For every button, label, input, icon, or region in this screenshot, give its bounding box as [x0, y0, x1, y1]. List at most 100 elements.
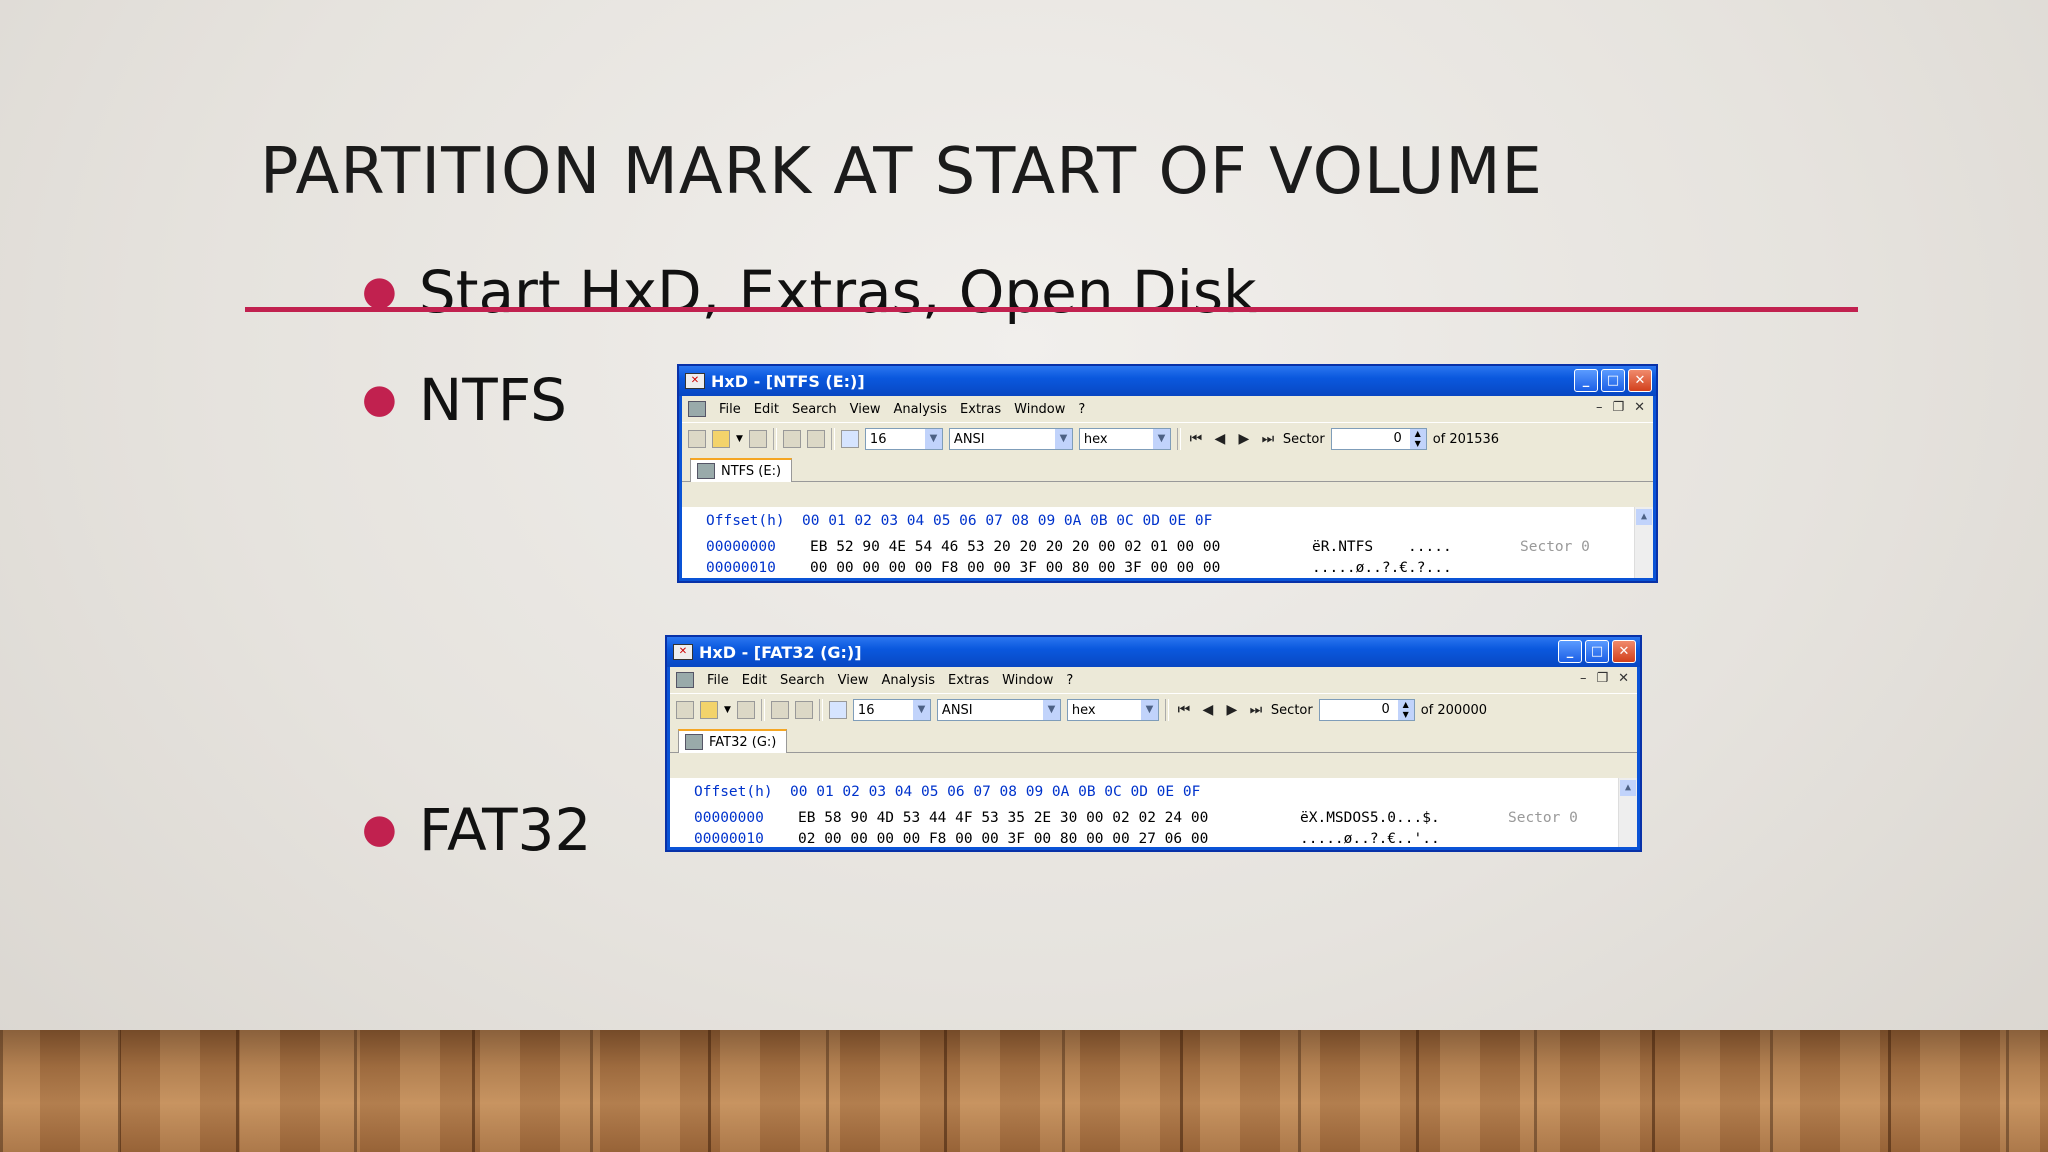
open-file-icon[interactable] — [712, 430, 730, 448]
mdi-minimize-icon[interactable]: – — [1580, 671, 1587, 686]
last-sector-icon[interactable]: ⏭ — [1247, 702, 1265, 718]
row-ascii: ëX.MSDOS5.0...$. — [1300, 810, 1440, 826]
document-icon[interactable] — [676, 672, 694, 688]
maximize-button[interactable]: □ — [1601, 369, 1625, 392]
menu-view[interactable]: View — [838, 673, 869, 688]
menu-window[interactable]: Window — [1014, 402, 1065, 417]
chevron-down-icon: ▼ — [924, 429, 942, 449]
sector-info: Sector 0 — [1520, 539, 1590, 555]
hex-view[interactable]: Offset(h) 00 01 02 03 04 05 06 07 08 09 … — [670, 778, 1637, 847]
row-bytes: 00 00 00 00 00 F8 00 00 3F 00 80 00 3F 0… — [810, 560, 1221, 576]
menu-search[interactable]: Search — [780, 673, 825, 688]
mdi-minimize-icon[interactable]: – — [1596, 400, 1603, 415]
charset-select[interactable]: ANSI ▼ — [936, 699, 1061, 721]
chevron-down-icon: ▼ — [1054, 429, 1072, 449]
toolbar-separator — [818, 699, 823, 721]
bytes-per-row-select[interactable]: 16 ▼ — [864, 428, 943, 450]
maximize-button[interactable]: □ — [1585, 640, 1609, 663]
slide-title: PARTITION MARK AT START OF VOLUME — [260, 135, 1543, 209]
bullet-ntfs: ● NTFS — [362, 366, 567, 434]
menu-file[interactable]: File — [719, 402, 741, 417]
menu-edit[interactable]: Edit — [742, 673, 767, 688]
save-icon[interactable] — [748, 430, 767, 448]
menu-edit[interactable]: Edit — [754, 402, 779, 417]
sector-input[interactable]: 0 ▲ ▼ — [1318, 699, 1415, 721]
window-title: HxD - [NTFS (E:)] — [711, 371, 865, 391]
tab-document[interactable]: NTFS (E:) — [690, 458, 793, 482]
first-sector-icon[interactable]: ⏮ — [1187, 431, 1205, 447]
open-disk-icon[interactable] — [782, 430, 801, 448]
scroll-up-icon[interactable]: ▲ — [1636, 509, 1652, 525]
vertical-scrollbar[interactable]: ▲ — [1634, 507, 1653, 578]
prev-sector-icon[interactable]: ◀ — [1211, 431, 1229, 447]
chevron-down-icon: ▼ — [912, 700, 930, 720]
spinner-icon[interactable]: ▲ ▼ — [1397, 700, 1414, 720]
first-sector-icon[interactable]: ⏮ — [1175, 702, 1193, 718]
next-sector-icon[interactable]: ▶ — [1223, 702, 1241, 718]
offset-base-select[interactable]: hex ▼ — [1066, 699, 1159, 721]
tab-document[interactable]: FAT32 (G:) — [678, 729, 788, 753]
bullet-dot: ● — [362, 376, 397, 422]
next-sector-icon[interactable]: ▶ — [1235, 431, 1253, 447]
hxd-app-icon: ✕ — [673, 644, 693, 660]
spinner-icon[interactable]: ▲ ▼ — [1409, 429, 1426, 449]
sector-input[interactable]: 0 ▲ ▼ — [1330, 428, 1427, 450]
window-titlebar[interactable]: ✕ HxD - [NTFS (E:)] _ □ ✕ — [679, 366, 1656, 396]
vertical-scrollbar[interactable]: ▲ — [1618, 778, 1637, 847]
menu-file[interactable]: File — [707, 673, 729, 688]
window-titlebar[interactable]: ✕ HxD - [FAT32 (G:)] _ □ ✕ — [667, 637, 1640, 667]
scroll-up-icon[interactable]: ▲ — [1620, 780, 1636, 796]
menu-analysis[interactable]: Analysis — [893, 402, 947, 417]
window-title: HxD - [FAT32 (G:)] — [699, 642, 862, 662]
close-button[interactable]: ✕ — [1628, 369, 1652, 392]
open-ram-icon[interactable] — [794, 701, 813, 719]
chevron-down-icon: ▼ — [1152, 429, 1170, 449]
disk-icon — [685, 734, 703, 750]
menu-view[interactable]: View — [850, 402, 881, 417]
menu-extras[interactable]: Extras — [960, 402, 1001, 417]
minimize-button[interactable]: _ — [1558, 640, 1582, 663]
bullet-fat32: ● FAT32 — [362, 796, 591, 864]
prev-sector-icon[interactable]: ◀ — [1199, 702, 1217, 718]
bytes-per-row-select[interactable]: 16 ▼ — [852, 699, 931, 721]
hex-view[interactable]: Offset(h) 00 01 02 03 04 05 06 07 08 09 … — [682, 507, 1653, 578]
window-client: File Edit Search View Analysis Extras Wi… — [682, 396, 1653, 578]
menu-window[interactable]: Window — [1002, 673, 1053, 688]
sector-label: Sector — [1282, 431, 1325, 447]
mdi-restore-icon[interactable]: ❐ — [1596, 671, 1608, 686]
offset-base-select[interactable]: hex ▼ — [1078, 428, 1171, 450]
menu-help[interactable]: ? — [1066, 673, 1073, 688]
open-dropdown-icon[interactable]: ▼ — [736, 434, 743, 444]
sector-label: Sector — [1270, 702, 1313, 718]
open-ram-icon[interactable] — [806, 430, 825, 448]
open-file-icon[interactable] — [700, 701, 718, 719]
menu-help[interactable]: ? — [1078, 402, 1085, 417]
hex-header: Offset(h) 00 01 02 03 04 05 06 07 08 09 … — [694, 784, 1201, 800]
menu-extras[interactable]: Extras — [948, 673, 989, 688]
bullet-open-disk: ● Start HxD, Extras, Open Disk — [362, 258, 1257, 326]
sector-total: of 201536 — [1432, 431, 1500, 447]
hxd-app-icon: ✕ — [685, 373, 705, 389]
last-sector-icon[interactable]: ⏭ — [1259, 431, 1277, 447]
open-dropdown-icon[interactable]: ▼ — [724, 705, 731, 715]
menu-bar: File Edit Search View Analysis Extras Wi… — [670, 667, 1637, 693]
close-button[interactable]: ✕ — [1612, 640, 1636, 663]
mdi-close-icon[interactable]: ✕ — [1618, 671, 1629, 686]
menu-analysis[interactable]: Analysis — [881, 673, 935, 688]
row-offset: 00000010 — [694, 831, 764, 847]
minimize-button[interactable]: _ — [1574, 369, 1598, 392]
menu-search[interactable]: Search — [792, 402, 837, 417]
open-disk-icon[interactable] — [770, 701, 789, 719]
toolbar-separator — [1164, 699, 1169, 721]
row-bytes: 02 00 00 00 00 F8 00 00 3F 00 80 00 00 2… — [798, 831, 1209, 847]
new-file-icon[interactable] — [688, 430, 706, 448]
toolbar-separator — [830, 428, 835, 450]
mdi-close-icon[interactable]: ✕ — [1634, 400, 1645, 415]
mdi-restore-icon[interactable]: ❐ — [1612, 400, 1624, 415]
save-icon[interactable] — [736, 701, 755, 719]
new-file-icon[interactable] — [676, 701, 694, 719]
row-offset: 00000000 — [706, 539, 776, 555]
charset-select[interactable]: ANSI ▼ — [948, 428, 1073, 450]
title-rule — [245, 307, 1858, 312]
document-icon[interactable] — [688, 401, 706, 417]
